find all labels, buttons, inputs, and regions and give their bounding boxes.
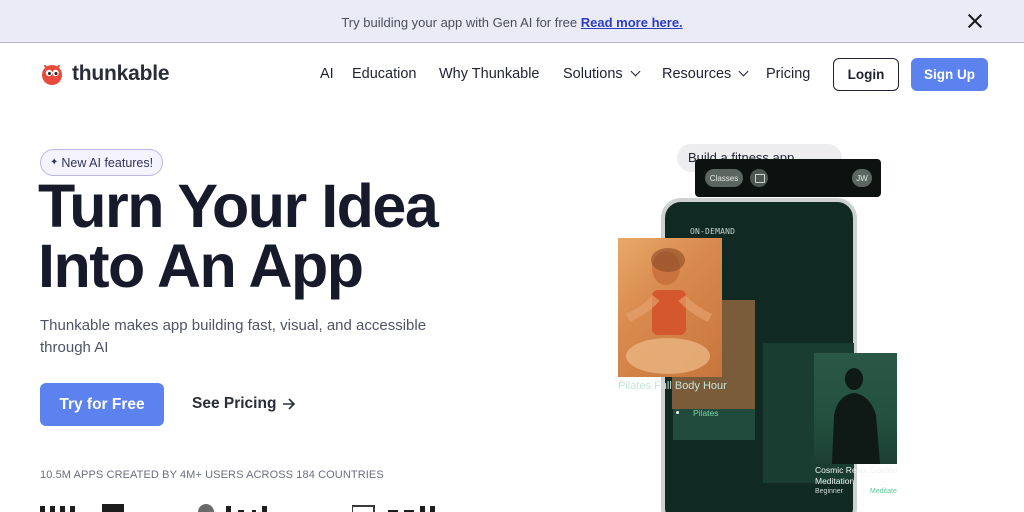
arrow-right-icon	[283, 398, 296, 410]
hero-title: Turn Your Idea Into An App	[38, 172, 498, 300]
nav-item-why-thunkable[interactable]: Why Thunkable	[439, 66, 539, 82]
meditation-level: Beginner	[815, 488, 844, 495]
nav-item-resources-label: Resources	[662, 66, 732, 82]
classes-chip: Classes	[705, 169, 743, 187]
pilates-class-tag-label: Pilates	[693, 408, 719, 418]
badge-label: New AI features!	[61, 155, 154, 170]
banner-text: Try building your app with Gen AI for fr…	[0, 15, 1024, 30]
customer-logo	[196, 502, 296, 512]
sparkle-icon: ✦	[50, 157, 59, 168]
nav-item-resources[interactable]: Resources	[662, 66, 749, 82]
nav-item-solutions[interactable]: Solutions	[563, 66, 641, 82]
signup-button[interactable]: Sign Up	[911, 58, 988, 91]
hero-title-line-2: Into An App	[38, 232, 364, 300]
try-for-free-button[interactable]: Try for Free	[40, 383, 164, 426]
nav-item-solutions-label: Solutions	[563, 66, 623, 82]
hero-title-line-1: Turn Your Idea	[38, 172, 439, 240]
announcement-banner: Try building your app with Gen AI for fr…	[0, 0, 1024, 43]
logo[interactable]: thunkable	[40, 62, 170, 86]
see-pricing-link[interactable]: See Pricing	[192, 395, 296, 413]
customer-logo	[40, 502, 124, 512]
banner-link[interactable]: Read more here.	[581, 15, 683, 30]
stats-line: 10.5M APPS CREATED BY 4M+ USERS ACROSS 1…	[40, 469, 384, 481]
meditation-tag: Meditate	[870, 488, 897, 495]
meditation-class-title: Cosmic Relax Guided Meditation	[815, 465, 898, 486]
pilates-class-tag: Pilates	[676, 408, 719, 418]
avatar: JW	[852, 169, 872, 187]
close-icon[interactable]	[966, 12, 984, 30]
chevron-down-icon	[738, 66, 749, 77]
top-nav: thunkable AI Education Why Thunkable Sol…	[0, 44, 1024, 106]
phone-header: ON-DEMAND	[690, 227, 736, 236]
bullet-icon	[676, 411, 679, 414]
chevron-down-icon	[630, 66, 641, 77]
pilates-class-title: Pilates Full Body Hour	[618, 380, 727, 392]
banner-message: Try building your app with Gen AI for fr…	[341, 15, 578, 30]
nav-item-education[interactable]: Education	[352, 66, 417, 82]
calendar-icon	[750, 169, 768, 187]
customer-logo	[351, 502, 452, 512]
meditation-photo	[814, 353, 897, 464]
nav-item-pricing[interactable]: Pricing	[766, 66, 810, 82]
pilates-photo	[618, 238, 722, 377]
app-toolbar: Classes JW	[695, 159, 881, 197]
nav-item-ai[interactable]: AI	[320, 66, 334, 82]
see-pricing-label: See Pricing	[192, 395, 277, 412]
brand-name: thunkable	[72, 62, 170, 85]
hero-subtitle: Thunkable makes app building fast, visua…	[40, 317, 427, 356]
login-button[interactable]: Login	[833, 58, 899, 91]
thunkable-logo-icon	[42, 65, 62, 85]
